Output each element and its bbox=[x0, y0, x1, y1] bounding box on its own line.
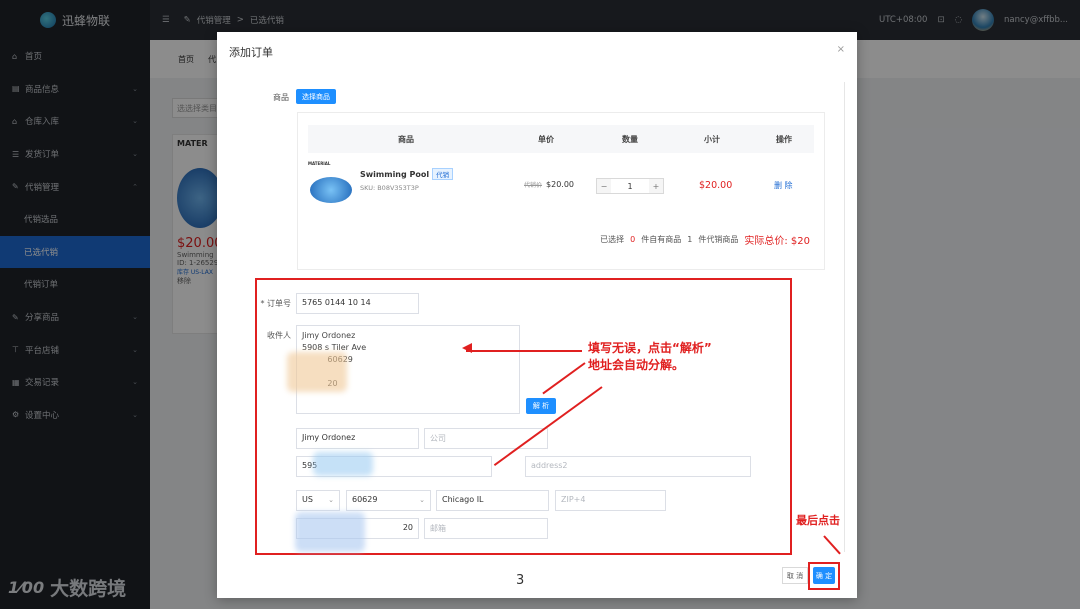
parse-hint-line: 地址会自动分解。 bbox=[588, 358, 685, 372]
privacy-blur bbox=[295, 512, 365, 552]
summary-mid: 件自有商品 bbox=[641, 235, 682, 244]
delete-button[interactable]: 删 除 bbox=[774, 180, 793, 191]
product-name: Swimming Pool 代销 bbox=[360, 168, 454, 180]
table-row: MATERIAL Swimming Pool 代销 SKU: B08V353T3P… bbox=[308, 153, 814, 221]
pool-image bbox=[310, 177, 352, 203]
close-icon[interactable]: × bbox=[837, 44, 845, 55]
confirm-button[interactable]: 确 定 bbox=[813, 567, 835, 584]
order-summary: 已选择 0 件自有商品 1 件代销商品 实际总价: $20 bbox=[600, 232, 810, 247]
zip4-input[interactable]: ZIP+4 bbox=[555, 490, 666, 511]
arrow-to-textarea bbox=[466, 350, 582, 352]
order-no-label: * 订单号 bbox=[260, 299, 291, 308]
country-value: US bbox=[302, 495, 313, 504]
summary-prefix: 已选择 bbox=[600, 235, 625, 244]
quantity-plus-button[interactable]: + bbox=[649, 179, 663, 193]
product-sku: SKU: B08V353T3P bbox=[360, 184, 419, 192]
table-header: 商品 单价 数量 小计 操作 bbox=[308, 125, 814, 153]
address2-input[interactable]: address2 bbox=[525, 456, 751, 477]
unit-price-value: $20.00 bbox=[546, 180, 575, 189]
total-price: 实际总价: $20 bbox=[744, 236, 810, 247]
product-thumbnail: MATERIAL bbox=[308, 161, 356, 213]
add-order-modal: 添加订单 × 商品 选择商品 商品 单价 数量 小计 操作 MATERIAL S… bbox=[217, 32, 857, 598]
city-input[interactable]: Chicago IL bbox=[436, 490, 549, 511]
goods-label: 商品 bbox=[273, 93, 289, 102]
consign-tag: 代销 bbox=[432, 168, 454, 180]
consign-price-label: 代销价 bbox=[524, 182, 543, 189]
modal-title: 添加订单 bbox=[229, 46, 273, 59]
select-goods-button[interactable]: 选择商品 bbox=[296, 89, 336, 104]
chevron-down-icon: ⌄ bbox=[419, 496, 425, 504]
page-number: 3 bbox=[516, 573, 525, 588]
col-header: 商品 bbox=[398, 134, 414, 144]
zip-select[interactable]: 60629 ⌄ bbox=[346, 490, 431, 511]
quantity-input[interactable]: 1 bbox=[611, 182, 649, 191]
thumb-label: MATERIAL bbox=[308, 161, 331, 166]
email-input[interactable]: 邮箱 bbox=[424, 518, 548, 539]
summary-suffix: 件代销商品 bbox=[698, 235, 739, 244]
parse-button[interactable]: 解 析 bbox=[526, 398, 556, 414]
goods-table: 商品 单价 数量 小计 操作 MATERIAL Swimming Pool 代销 … bbox=[297, 112, 825, 270]
arrow-head-icon bbox=[462, 343, 472, 353]
col-header: 操作 bbox=[776, 134, 792, 144]
privacy-blur bbox=[313, 452, 373, 476]
name-input[interactable]: Jimy Ordonez bbox=[296, 428, 419, 449]
col-header: 小计 bbox=[704, 134, 720, 144]
chevron-down-icon: ⌄ bbox=[328, 496, 334, 504]
product-name-text: Swimming Pool bbox=[360, 170, 430, 179]
quantity-stepper: − 1 + bbox=[596, 178, 664, 194]
parse-hint-line: 填写无误，点击“解析” bbox=[588, 341, 712, 355]
final-hint: 最后点击 bbox=[796, 514, 840, 527]
privacy-blur bbox=[287, 352, 347, 392]
order-no-input[interactable]: 5765 0144 10 14 bbox=[296, 293, 419, 314]
unit-price: 代销价 $20.00 bbox=[524, 180, 574, 189]
consign-count: 1 bbox=[687, 235, 693, 244]
col-header: 单价 bbox=[538, 134, 554, 144]
col-header: 数量 bbox=[622, 134, 638, 144]
cancel-button[interactable]: 取 消 bbox=[782, 567, 808, 584]
quantity-minus-button[interactable]: − bbox=[597, 179, 611, 193]
subtotal: $20.00 bbox=[699, 180, 733, 191]
zip-value: 60629 bbox=[352, 495, 378, 504]
recipient-label: 收件人 bbox=[267, 331, 291, 340]
parse-hint: 填写无误，点击“解析” 地址会自动分解。 bbox=[588, 340, 712, 374]
country-select[interactable]: US ⌄ bbox=[296, 490, 340, 511]
own-count: 0 bbox=[630, 235, 636, 244]
